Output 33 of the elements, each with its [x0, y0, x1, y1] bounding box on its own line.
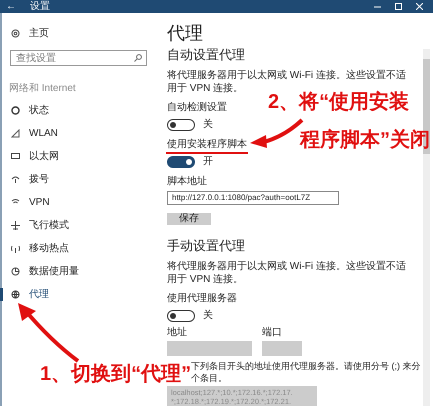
sidebar-item[interactable]: VPN [2, 191, 155, 214]
field-label: 地址 [167, 327, 188, 339]
sidebar-item[interactable]: 数据使用量 [2, 260, 155, 283]
page-title: 代理 [167, 22, 204, 45]
annotation-text: 程序脚本”关闭 [300, 128, 430, 152]
window-title: 设置 [30, 2, 50, 12]
search-field[interactable]: 查找设置 [10, 50, 147, 66]
description: 下列条目开头的地址使用代理服务器。请使用分号 (;) 来分 [191, 360, 422, 372]
section-heading: 自动设置代理 [167, 46, 246, 64]
setting-label: 使用安装程序脚本 [167, 138, 247, 151]
input-field[interactable]: http://127.0.0.1:1080/pac?auth=ootL7Z [167, 191, 339, 205]
annotation-text: 1、切换到“代理” [40, 363, 192, 386]
sidebar-item[interactable]: 飞行模式 [2, 214, 155, 237]
sidebar-item[interactable]: 代理 [2, 283, 155, 306]
home-item[interactable]: 主页 [2, 25, 155, 41]
description: 将代理服务器用于以太网或 Wi-Fi 连接。这些设置不适用于 VPN 连接。 [167, 260, 407, 286]
field-label: 脚本地址 [167, 175, 208, 188]
description: 个条目。 [191, 372, 228, 384]
sidebar-item[interactable]: 拨号 [2, 168, 155, 191]
field-label: 端口 [262, 327, 283, 339]
section-label: 网络和 Internet [8, 82, 77, 95]
save-button[interactable]: 保存 [167, 213, 211, 225]
setting-label: 使用代理服务器 [167, 292, 237, 305]
toggle-state: 关 [203, 118, 213, 132]
sidebar-item[interactable]: WLAN [2, 122, 155, 145]
toggle-state: 关 [203, 308, 213, 323]
sidebar-item[interactable]: 状态 [2, 99, 155, 122]
back-button[interactable]: ← [0, 2, 22, 12]
toggle-state: 开 [203, 155, 213, 169]
sidebar-item[interactable]: 以太网 [2, 145, 155, 168]
sidebar-item[interactable]: 移动热点 [2, 237, 155, 260]
section-heading: 手动设置代理 [167, 237, 246, 255]
setting-label: 自动检测设置 [167, 101, 227, 114]
